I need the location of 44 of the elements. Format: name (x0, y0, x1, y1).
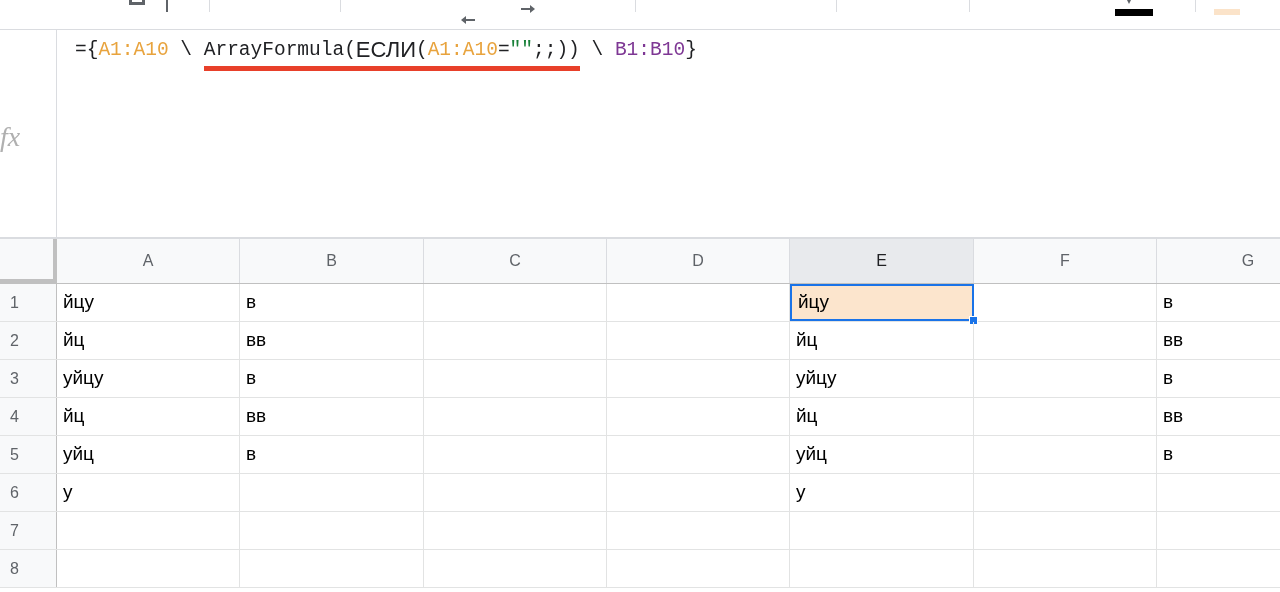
table-cell[interactable]: у (790, 474, 974, 511)
row-header[interactable]: 7 (0, 512, 57, 549)
table-cell[interactable]: йц (790, 322, 974, 359)
row-header[interactable]: 5 (0, 436, 57, 473)
table-cell[interactable]: в (240, 436, 424, 473)
text-color-icon[interactable] (1115, 0, 1153, 16)
table-cell[interactable]: йц (57, 398, 240, 435)
table-cell[interactable]: йц (57, 322, 240, 359)
table-cell[interactable]: в (1157, 360, 1280, 397)
table-cell[interactable]: уйц (790, 436, 974, 473)
column-header[interactable]: A (57, 239, 240, 283)
column-header[interactable]: E (790, 239, 974, 283)
table-cell[interactable]: вв (240, 322, 424, 359)
table-cell[interactable]: уйц (57, 436, 240, 473)
table-cell[interactable]: уйцу (57, 360, 240, 397)
column-header[interactable]: C (424, 239, 607, 283)
column-header[interactable]: D (607, 239, 790, 283)
table-cell[interactable]: вв (1157, 322, 1280, 359)
column-header[interactable]: G (1157, 239, 1280, 283)
row-header[interactable]: 6 (0, 474, 57, 511)
table-cell[interactable]: вв (240, 398, 424, 435)
table-cell[interactable]: йцу (57, 284, 240, 321)
select-all-corner[interactable] (0, 239, 57, 283)
fill-handle[interactable] (969, 316, 978, 325)
row-header[interactable]: 3 (0, 360, 57, 397)
row-header[interactable]: 4 (0, 398, 57, 435)
table-cell[interactable]: уйцу (790, 360, 974, 397)
column-header[interactable]: B (240, 239, 424, 283)
row-header[interactable]: 1 (0, 284, 57, 321)
fx-label: fx (0, 123, 21, 151)
table-cell[interactable]: в (240, 360, 424, 397)
increase-decimal-icon[interactable] (521, 4, 535, 14)
row-header[interactable]: 2 (0, 322, 57, 359)
table-cell[interactable]: в (1157, 284, 1280, 321)
table-cell[interactable]: в (240, 284, 424, 321)
table-cell[interactable]: у (57, 474, 240, 511)
table-cell[interactable]: в (1157, 436, 1280, 473)
table-cell[interactable]: вв (1157, 398, 1280, 435)
row-header[interactable]: 8 (0, 550, 57, 587)
table-cell[interactable]: йц (790, 398, 974, 435)
formula-text[interactable]: ={A1:A10 \ ArrayFormula(ЕСЛИ(A1:A10="";;)) \ B1:B10} (75, 36, 697, 64)
fill-color-icon[interactable] (1214, 9, 1240, 15)
column-header[interactable]: F (974, 239, 1157, 283)
decrease-decimal-icon[interactable] (461, 15, 475, 25)
